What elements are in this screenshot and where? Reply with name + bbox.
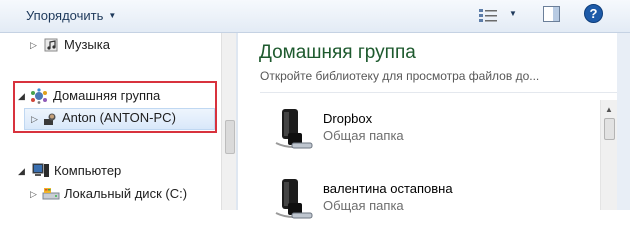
organize-label: Упорядочить bbox=[26, 8, 104, 23]
nav-item-label: Компьютер bbox=[54, 163, 122, 178]
item-description: Общая папка bbox=[323, 128, 404, 143]
views-icon[interactable] bbox=[478, 8, 500, 24]
item-name: валентина остаповна bbox=[323, 181, 453, 196]
navigation-pane-scrollbar[interactable] bbox=[221, 33, 237, 210]
highlight-annotation-box bbox=[13, 81, 217, 133]
item-description: Общая папка bbox=[323, 198, 404, 213]
page-subtitle: Откройте библиотеку для просмотра файлов… bbox=[260, 69, 540, 83]
page-title: Домашняя группа bbox=[259, 42, 416, 63]
nav-item-label: Локальный диск (C:) bbox=[64, 186, 188, 201]
organize-dropdown-arrow: ▼ bbox=[108, 11, 117, 20]
scroll-up-icon[interactable]: ▲ bbox=[605, 105, 613, 114]
window-right-edge bbox=[617, 33, 630, 210]
list-item-valentina[interactable]: валентина остаповна Общая папка bbox=[270, 173, 590, 229]
views-dropdown-arrow[interactable]: ▼ bbox=[509, 9, 517, 18]
preview-pane-icon[interactable] bbox=[543, 6, 560, 22]
shared-folder-icon bbox=[275, 109, 313, 149]
list-item-dropbox[interactable]: Dropbox Общая папка bbox=[270, 103, 590, 159]
expand-triangle-icon[interactable]: ▷ bbox=[30, 35, 37, 55]
item-name: Dropbox bbox=[323, 111, 373, 126]
pane-divider[interactable] bbox=[236, 33, 238, 210]
command-toolbar: Упорядочить ▼ ▼ ? bbox=[0, 0, 630, 33]
content-pane: Домашняя группа Откройте библиотеку для … bbox=[240, 33, 620, 219]
music-icon bbox=[44, 38, 58, 52]
navigation-pane: ▷ Музыка ◢ Домашняя группа ▷ Anton (ANTO… bbox=[0, 33, 220, 210]
organize-button[interactable]: Упорядочить ▼ bbox=[20, 7, 122, 24]
scrollbar-thumb[interactable] bbox=[604, 118, 615, 140]
help-icon[interactable]: ? bbox=[584, 4, 603, 23]
collapse-triangle-icon[interactable]: ◢ bbox=[18, 161, 25, 181]
header-divider bbox=[260, 92, 620, 93]
nav-item-computer[interactable]: ◢ Компьютер bbox=[0, 161, 215, 181]
scrollbar-thumb[interactable] bbox=[225, 120, 235, 154]
expand-triangle-icon[interactable]: ▷ bbox=[30, 184, 37, 204]
nav-item-music[interactable]: ▷ Музыка bbox=[0, 35, 215, 55]
nav-item-local-disk-c[interactable]: ▷ Локальный диск (C:) bbox=[0, 184, 215, 204]
computer-icon bbox=[32, 163, 49, 177]
local-disk-icon bbox=[42, 188, 60, 200]
nav-item-label: Музыка bbox=[64, 37, 110, 52]
shared-folder-icon bbox=[275, 179, 313, 219]
svg-text:?: ? bbox=[590, 6, 598, 21]
content-scrollbar[interactable]: ▲ bbox=[600, 100, 617, 210]
